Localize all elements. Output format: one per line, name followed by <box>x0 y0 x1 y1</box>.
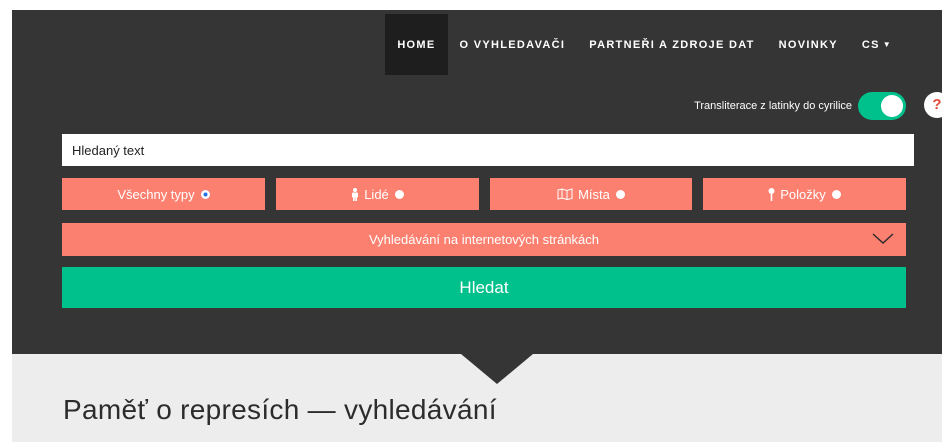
type-items-label: Položky <box>780 186 826 202</box>
radio-icon <box>615 189 625 199</box>
type-places-label: Místa <box>578 186 610 202</box>
type-places-button[interactable]: Místa <box>490 178 692 210</box>
nav-about[interactable]: O VYHLEDAVAČI <box>448 14 578 75</box>
search-button[interactable]: Hledat <box>62 267 906 308</box>
search-input[interactable] <box>62 134 914 166</box>
caret-down-icon: ▼ <box>882 40 892 49</box>
language-label: CS <box>861 38 880 51</box>
type-people-label: Lidé <box>364 186 389 202</box>
web-search-dropdown[interactable]: Vyhledávání na internetových stránkách <box>62 223 906 256</box>
type-items-button[interactable]: Položky <box>703 178 906 210</box>
chevron-down-icon <box>872 233 894 248</box>
main-nav: HOME O VYHLEDAVAČI PARTNEŘI A ZDROJE DAT… <box>385 14 904 75</box>
pin-icon <box>768 187 775 201</box>
type-all-button[interactable]: Všechny typy <box>62 178 265 210</box>
radio-icon <box>394 189 404 199</box>
nav-news[interactable]: NOVINKY <box>767 14 850 75</box>
person-icon <box>351 187 359 201</box>
nav-home[interactable]: HOME <box>385 14 448 75</box>
pointer-triangle <box>461 354 533 384</box>
type-people-button[interactable]: Lidé <box>276 178 479 210</box>
map-icon <box>557 188 573 200</box>
language-select[interactable]: CS ▼ <box>850 14 904 75</box>
search-button-label: Hledat <box>459 277 509 297</box>
type-all-label: Všechny typy <box>117 186 195 202</box>
transliteration-control: Transliterace z latinky do cyrilice <box>694 92 906 120</box>
nav-partners[interactable]: PARTNEŘI A ZDROJE DAT <box>577 14 766 75</box>
app: HOME O VYHLEDAVAČI PARTNEŘI A ZDROJE DAT… <box>12 0 942 442</box>
toggle-knob <box>881 95 903 117</box>
radio-selected-icon <box>200 189 210 199</box>
transliteration-toggle[interactable] <box>858 92 906 120</box>
transliteration-label: Transliterace z latinky do cyrilice <box>694 100 852 112</box>
web-search-label: Vyhledávání na internetových stránkách <box>368 232 600 247</box>
radio-icon <box>831 189 841 199</box>
page-title: Paměť o represích — vyhledávání <box>63 394 497 425</box>
